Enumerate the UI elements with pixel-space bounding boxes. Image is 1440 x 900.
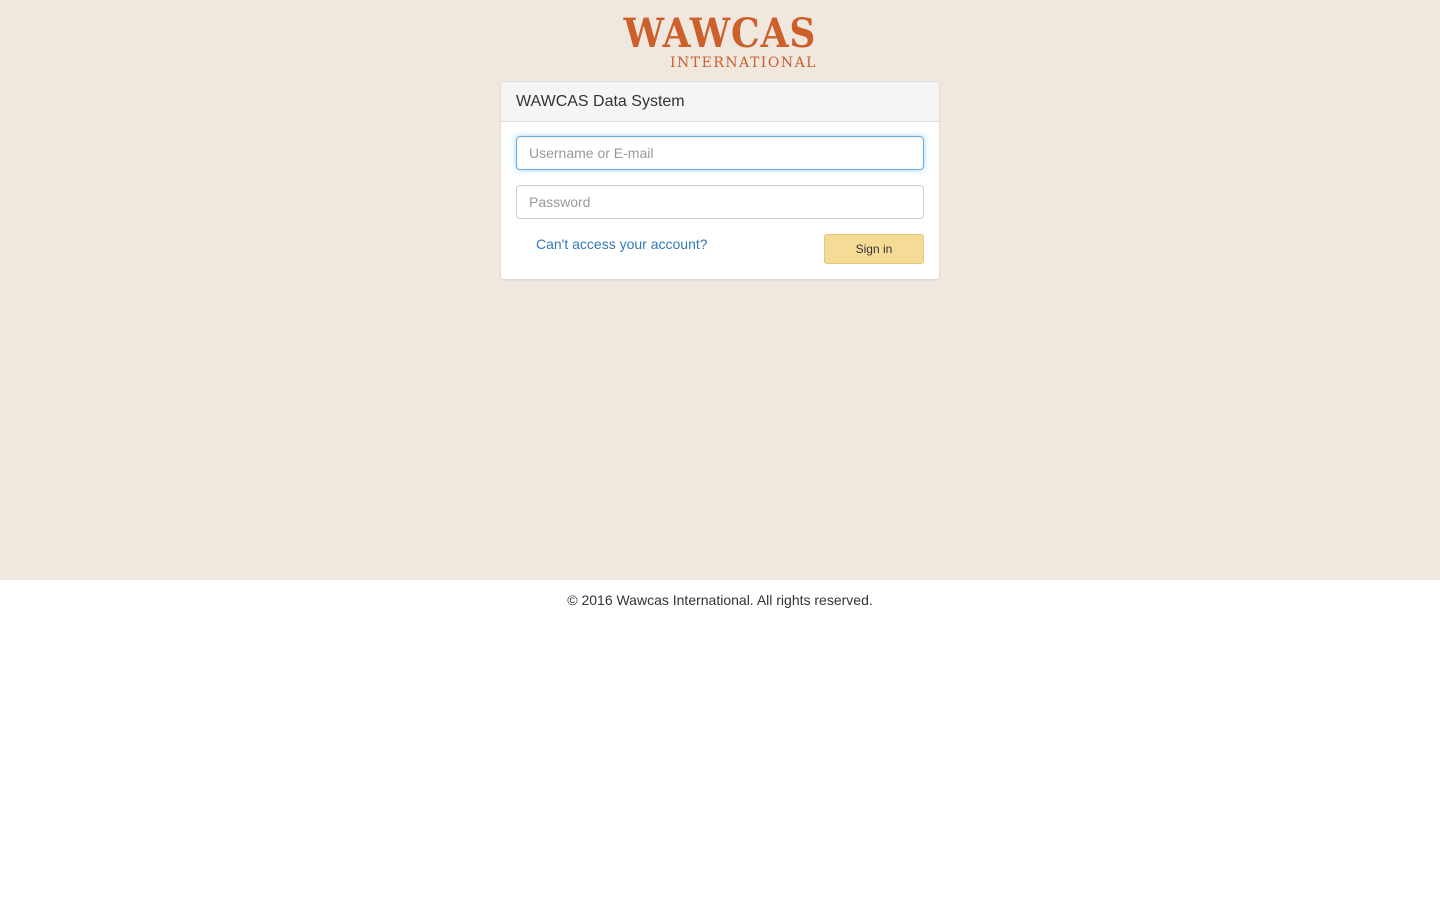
logo-subtitle: INTERNATIONAL [670, 55, 817, 71]
logo-wordmark: WAWCAS [623, 10, 817, 57]
username-input[interactable] [516, 136, 924, 170]
forgot-account-link[interactable]: Can't access your account? [536, 236, 708, 252]
wawcas-logo: WAWCAS INTERNATIONAL [600, 14, 840, 74]
footer-copyright: © 2016 Wawcas International. All rights … [567, 592, 873, 608]
login-panel: WAWCAS Data System Can't access your acc… [500, 81, 940, 280]
sign-in-button[interactable]: Sign in [824, 234, 924, 264]
login-background: WAWCAS INTERNATIONAL WAWCAS Data System … [0, 0, 1440, 580]
password-input[interactable] [516, 185, 924, 219]
panel-title: WAWCAS Data System [501, 82, 939, 122]
